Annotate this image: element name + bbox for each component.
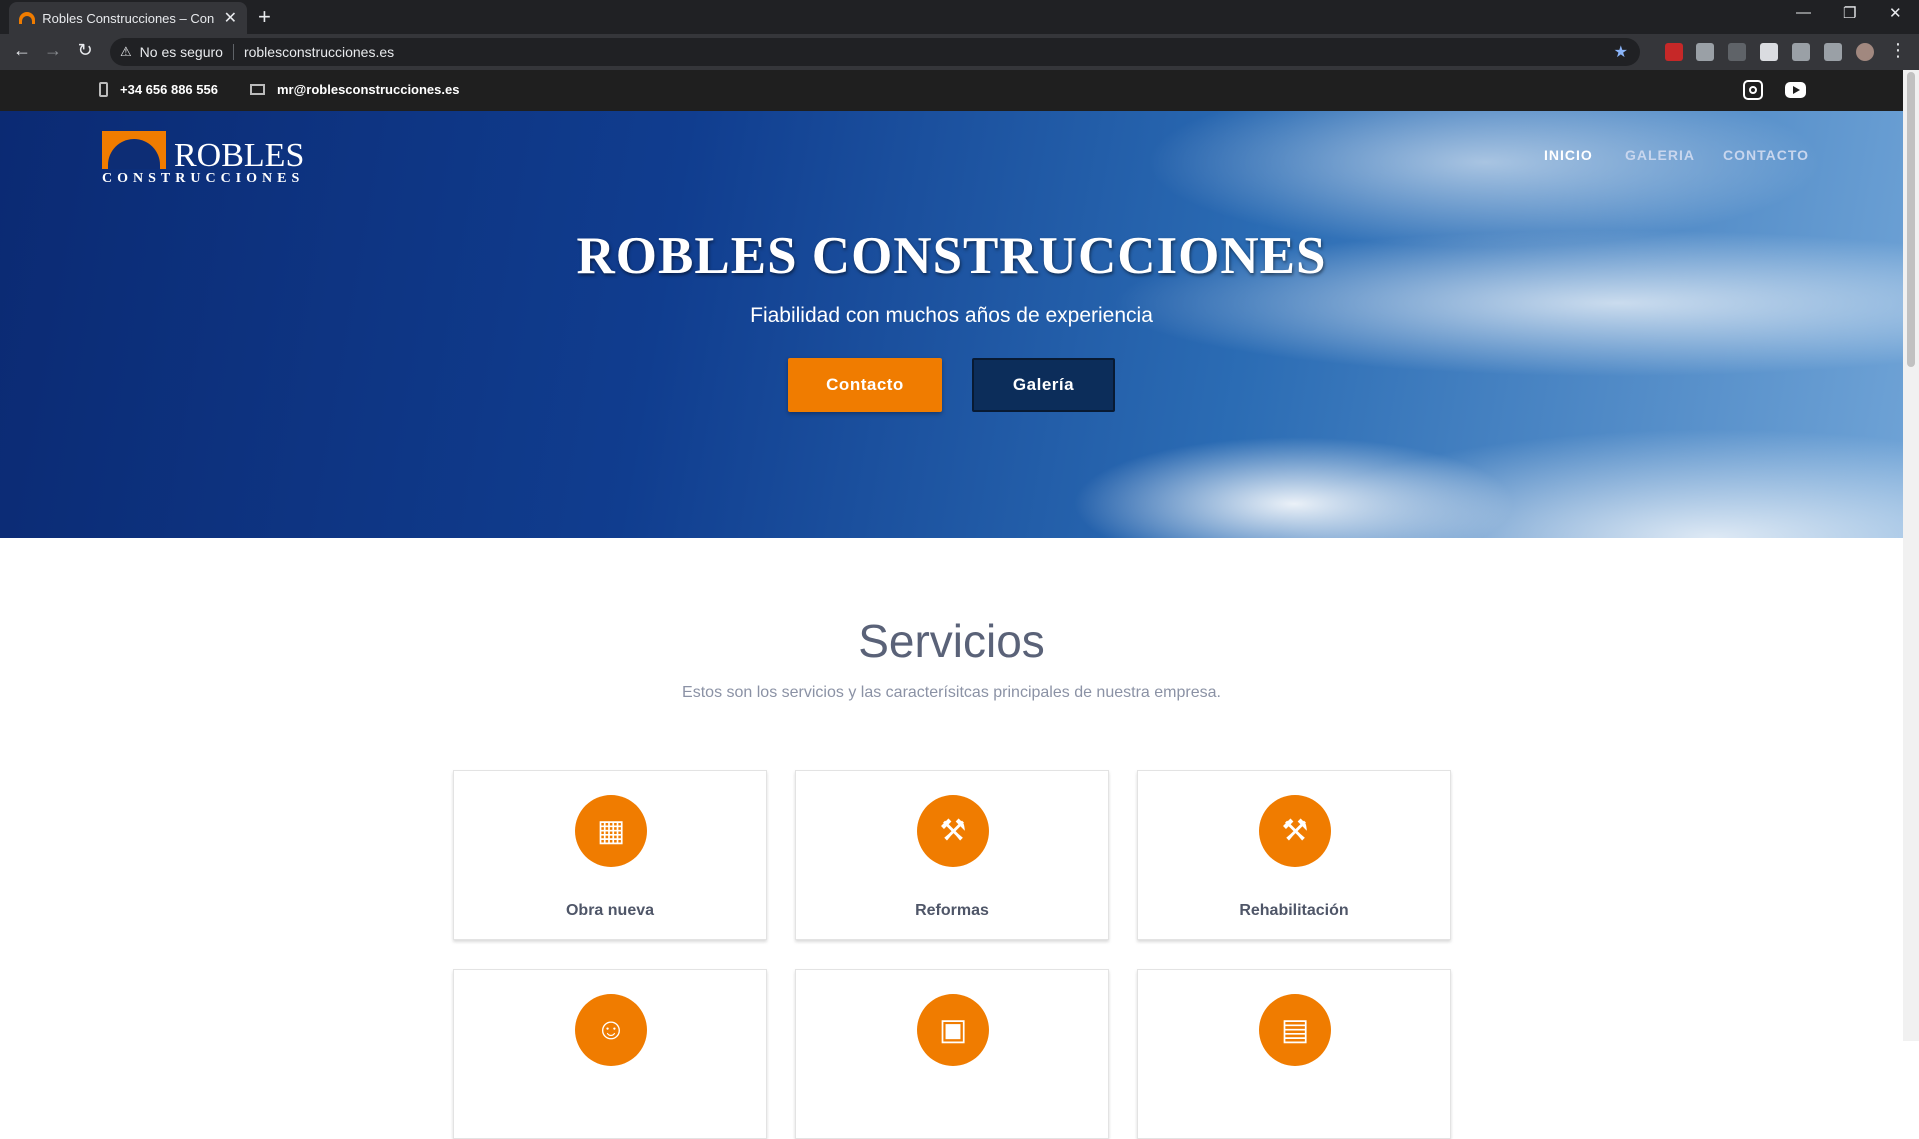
forward-icon[interactable]: → [41, 40, 65, 61]
media-queue-icon[interactable] [1824, 43, 1842, 61]
hero-banner: ROBLES CONSTRUCCIONES INICIO GALERIA CON… [0, 111, 1903, 538]
security-label[interactable]: No es seguro [140, 44, 223, 60]
mail-icon [250, 84, 265, 95]
contact-topbar: +34 656 886 556 mr@roblesconstrucciones.… [0, 70, 1903, 111]
page-scrollbar[interactable] [1903, 70, 1919, 1041]
browser-toolbar: ← → ↻ ⚠ No es seguro roblesconstruccione… [0, 34, 1919, 70]
tab-close-icon[interactable]: ✕ [224, 8, 237, 28]
browser-tab-bar: Robles Construcciones – Constru ✕ + — ❐ … [0, 0, 1919, 34]
ublock-extension-icon[interactable] [1665, 43, 1683, 61]
money-icon: ▤ [1259, 994, 1331, 1066]
logo-arch-icon [102, 131, 166, 169]
profile-avatar[interactable] [1856, 43, 1874, 61]
service-card-6[interactable]: ▤ [1137, 969, 1451, 1139]
paint-roller-icon: ⚒ [917, 795, 989, 867]
back-icon[interactable]: ← [10, 40, 34, 61]
service-card-obra-nueva[interactable]: ▦ Obra nueva [453, 770, 767, 940]
omnibox-divider [232, 44, 234, 60]
service-card-5[interactable]: ▣ [795, 969, 1109, 1139]
address-bar[interactable]: ⚠ No es seguro roblesconstrucciones.es ★ [110, 38, 1640, 66]
email-contact[interactable]: mr@roblesconstrucciones.es [250, 82, 459, 97]
logo-text: ROBLES [174, 137, 305, 174]
nav-galeria[interactable]: GALERIA [1625, 147, 1695, 163]
restore-icon[interactable]: ❐ [1843, 4, 1856, 22]
service-card-4[interactable]: ☺ [453, 969, 767, 1139]
glasses-extension-icon[interactable] [1728, 43, 1746, 61]
nav-inicio[interactable]: INICIO [1544, 147, 1593, 163]
email-address[interactable]: mr@roblesconstrucciones.es [277, 82, 459, 97]
browser-tab[interactable]: Robles Construcciones – Constru ✕ [9, 2, 247, 34]
service-label: Reformas [915, 902, 989, 919]
service-card-rehabilitacion[interactable]: ⚒ Rehabilitación [1137, 770, 1451, 940]
calendar-clock-icon: ▣ [917, 994, 989, 1066]
browser-menu-icon[interactable]: ⋮ [1886, 40, 1910, 61]
scrollbar-thumb[interactable] [1907, 72, 1915, 367]
phone-number[interactable]: +34 656 886 556 [120, 82, 218, 97]
services-title: Servicios [858, 615, 1045, 667]
people-icon: ☺ [575, 994, 647, 1066]
building-icon: ▦ [575, 795, 647, 867]
tab-title: Robles Construcciones – Constru [42, 10, 214, 26]
extensions-puzzle-icon[interactable] [1760, 43, 1778, 61]
cast-icon[interactable] [1792, 43, 1810, 61]
warning-icon[interactable]: ⚠ [120, 44, 132, 60]
bookmark-star-icon[interactable]: ★ [1614, 42, 1628, 62]
camera-extension-icon[interactable] [1696, 43, 1714, 61]
nav-contacto[interactable]: CONTACTO [1723, 147, 1809, 163]
service-card-reformas[interactable]: ⚒ Reformas [795, 770, 1109, 940]
service-label: Rehabilitación [1239, 902, 1349, 919]
hammer-icon: ⚒ [1259, 795, 1331, 867]
phone-contact[interactable]: +34 656 886 556 [99, 82, 218, 97]
reload-icon[interactable]: ↻ [73, 40, 97, 61]
minimize-icon[interactable]: — [1796, 4, 1811, 21]
hero-subtitle: Fiabilidad con muchos años de experienci… [750, 304, 1153, 327]
galeria-button[interactable]: Galería [972, 358, 1115, 412]
services-subtitle: Estos son los servicios y las caracterís… [682, 684, 1221, 701]
site-logo[interactable]: ROBLES CONSTRUCCIONES [102, 131, 322, 191]
youtube-icon[interactable] [1785, 82, 1806, 98]
logo-subtext: CONSTRUCCIONES [102, 171, 305, 186]
hero-title: ROBLES CONSTRUCCIONES [576, 227, 1327, 285]
phone-icon [99, 82, 108, 97]
new-tab-button[interactable]: + [258, 4, 271, 30]
url-text[interactable]: roblesconstrucciones.es [244, 44, 394, 60]
instagram-icon[interactable] [1743, 80, 1763, 100]
service-label: Obra nueva [565, 902, 655, 919]
contacto-button[interactable]: Contacto [788, 358, 942, 412]
window-close-icon[interactable]: ✕ [1889, 4, 1902, 22]
site-favicon-icon [19, 12, 36, 24]
